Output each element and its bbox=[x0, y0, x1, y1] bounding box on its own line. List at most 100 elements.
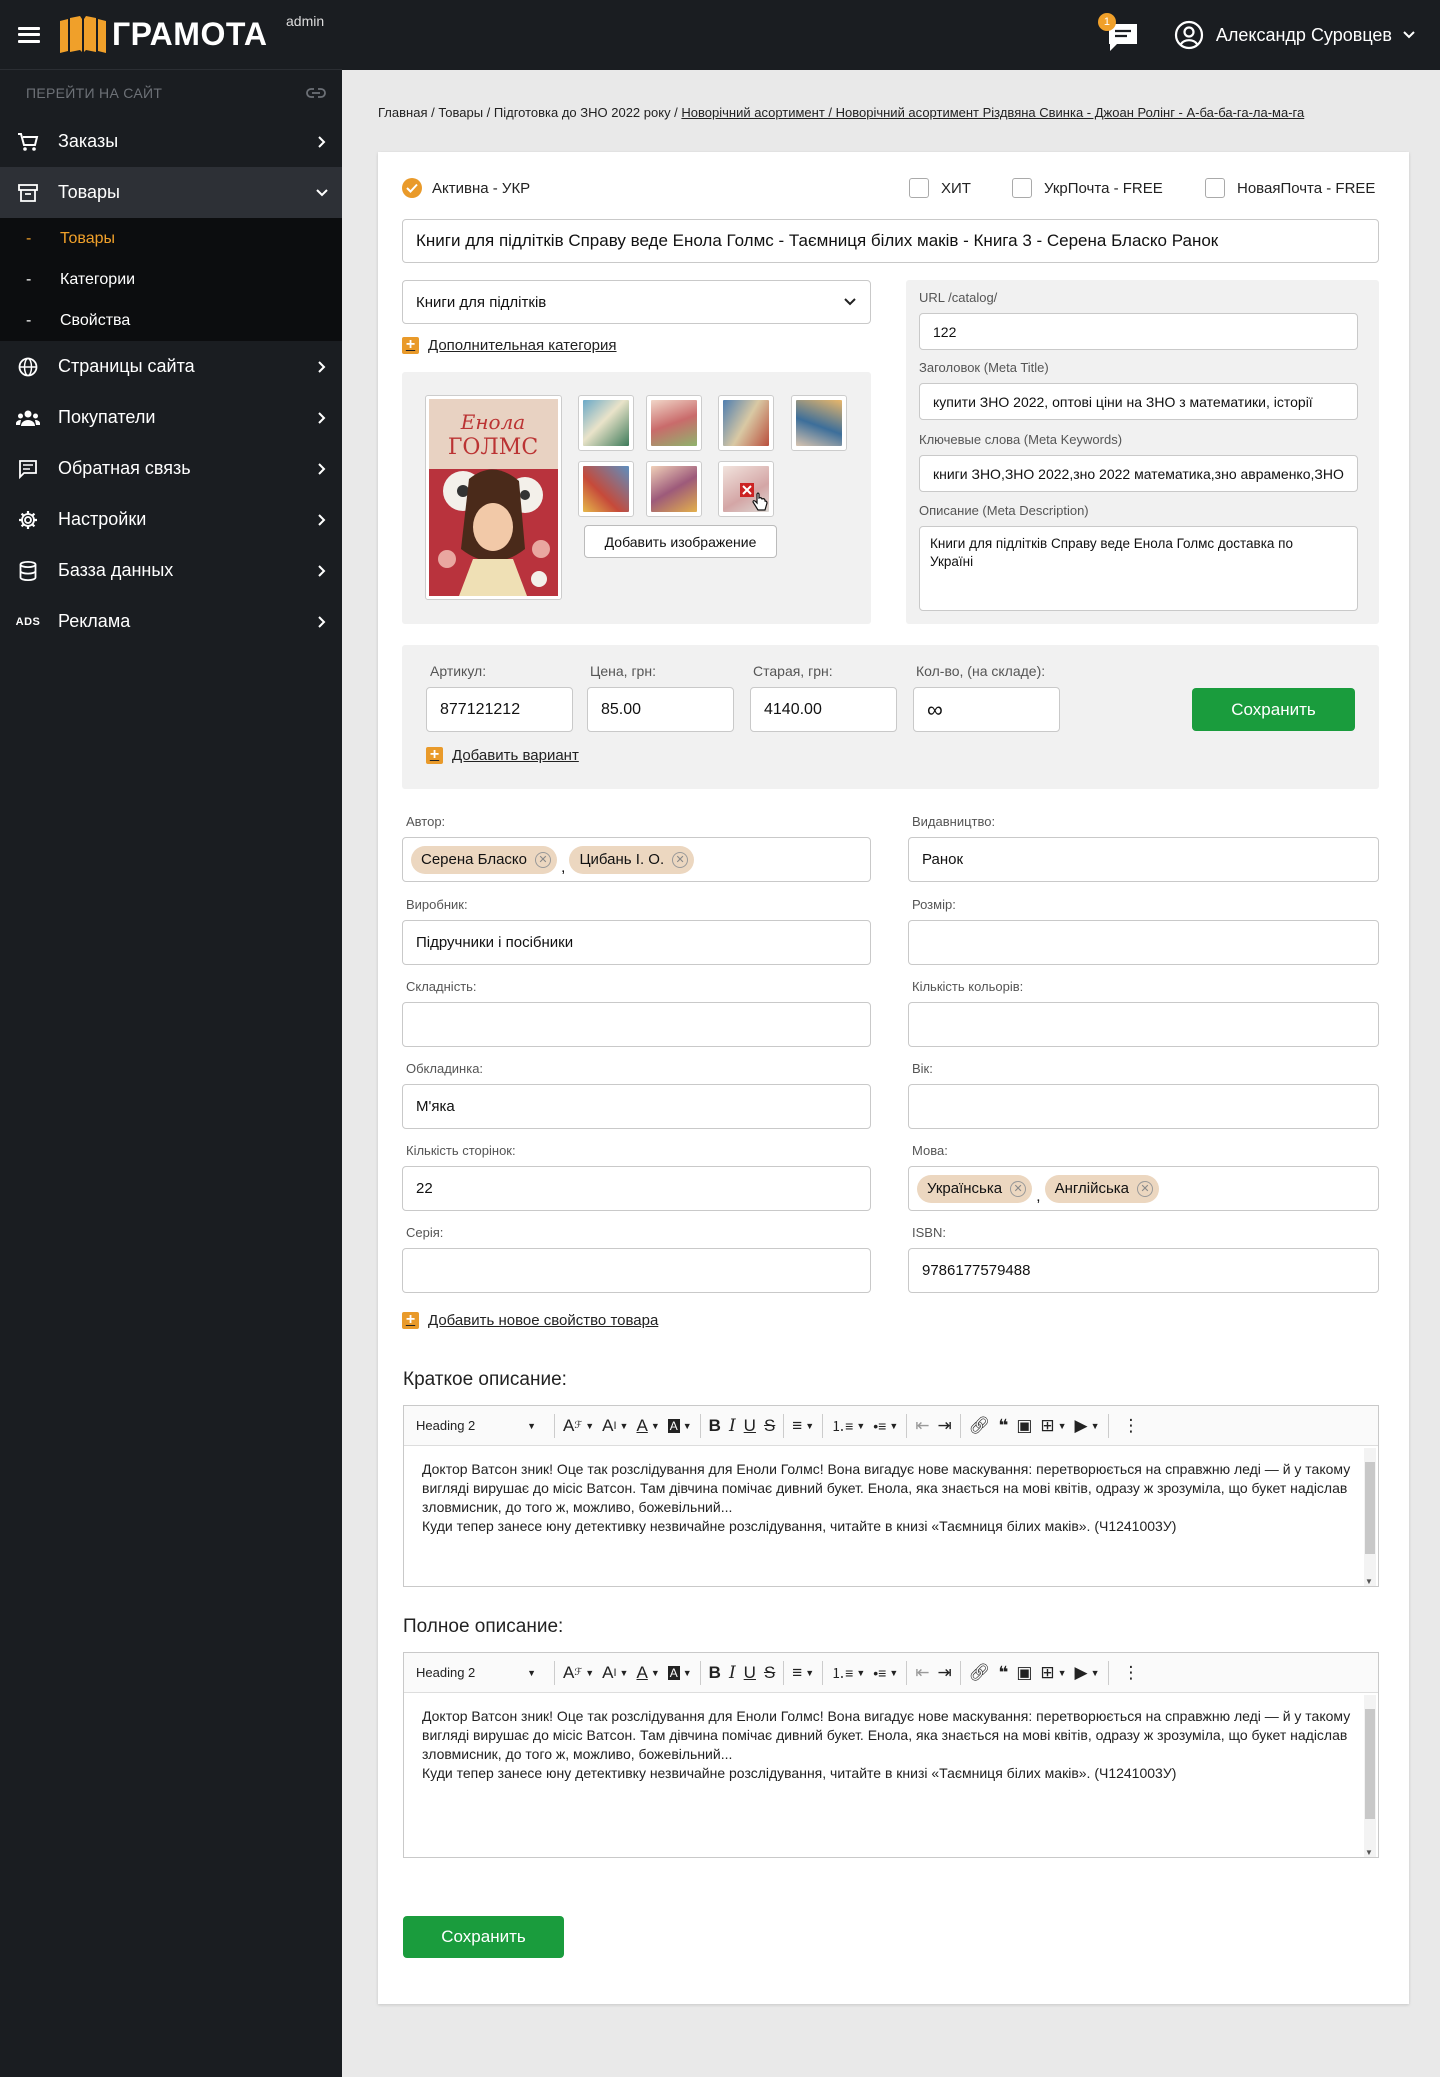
image-thumbnail[interactable] bbox=[646, 461, 702, 517]
add-variant-link[interactable]: + Добавить вариант bbox=[426, 747, 579, 764]
add-property-link[interactable]: + Добавить новое свойство товара bbox=[402, 1312, 658, 1329]
add-category-link[interactable]: + Дополнительная категория bbox=[402, 337, 617, 354]
scroll-down-icon[interactable]: ▼ bbox=[1365, 1848, 1373, 1857]
sidebar-subitem-products[interactable]: - Товары bbox=[0, 218, 342, 259]
flag-novaposhta-checkbox[interactable]: НоваяПочта - FREE bbox=[1205, 178, 1375, 198]
old-price-input[interactable]: 4140.00 bbox=[750, 687, 897, 732]
price-input[interactable]: 85.00 bbox=[587, 687, 734, 732]
user-menu[interactable]: Александр Суровцев bbox=[1174, 20, 1416, 50]
language-tags-input[interactable]: Українська ✕ , Англійська ✕ bbox=[908, 1166, 1379, 1211]
image-thumbnail[interactable] bbox=[578, 461, 634, 517]
series-input[interactable] bbox=[402, 1248, 871, 1293]
remove-tag-icon[interactable]: ✕ bbox=[672, 851, 689, 868]
italic-icon[interactable]: I bbox=[729, 1412, 736, 1440]
background-color-icon[interactable]: A ▼ bbox=[667, 1412, 692, 1440]
author-tags-input[interactable]: Серена Бласко ✕ , Цибань І. О. ✕ bbox=[402, 837, 871, 882]
image-icon[interactable]: ▣ bbox=[1016, 1659, 1032, 1687]
heading-select[interactable]: Heading 2 ▼ bbox=[404, 1412, 542, 1440]
add-image-button[interactable]: Добавить изображение bbox=[584, 525, 777, 558]
heading-select[interactable]: Heading 2 ▼ bbox=[404, 1659, 542, 1687]
font-size-icon[interactable]: A I ▼ bbox=[602, 1412, 628, 1440]
numbered-list-icon[interactable]: ⒈≡ ▼ bbox=[831, 1412, 865, 1440]
save-variant-button[interactable]: Сохранить bbox=[1192, 688, 1355, 731]
flag-ukrposhta-checkbox[interactable]: УкрПочта - FREE bbox=[1012, 178, 1163, 198]
more-options-icon[interactable]: ⋮ bbox=[1123, 1412, 1140, 1440]
product-name-input[interactable]: Книги для підлітків Справу веде Енола Го… bbox=[402, 219, 1379, 263]
meta-keywords-input[interactable]: книги ЗНО,ЗНО 2022,зно 2022 математика,з… bbox=[919, 455, 1358, 492]
sidebar-item-products[interactable]: Товары bbox=[0, 167, 342, 218]
sidebar-item-settings[interactable]: Настройки bbox=[0, 494, 342, 545]
indent-icon[interactable]: ⇥ bbox=[937, 1412, 951, 1440]
logo[interactable]: ГРАМОТА admin bbox=[58, 13, 324, 55]
sidebar-subitem-properties[interactable]: - Свойства bbox=[0, 300, 342, 341]
image-thumbnail[interactable] bbox=[718, 395, 774, 451]
url-input[interactable]: 122 bbox=[919, 313, 1358, 350]
breadcrumb-link[interactable]: Новорічний асортимент / Новорічний асорт… bbox=[681, 105, 1304, 120]
editor-scrollbar[interactable]: ▼ bbox=[1364, 1448, 1376, 1586]
more-options-icon[interactable]: ⋮ bbox=[1123, 1659, 1140, 1687]
sidebar-item-ads[interactable]: ADS Реклама bbox=[0, 596, 342, 647]
sidebar-item-database[interactable]: Базза данных bbox=[0, 545, 342, 596]
table-icon[interactable]: ⊞ ▼ bbox=[1040, 1412, 1066, 1440]
strikethrough-icon[interactable]: S bbox=[764, 1412, 775, 1440]
colors-input[interactable] bbox=[908, 1002, 1379, 1047]
sidebar-item-orders[interactable]: Заказы bbox=[0, 116, 342, 167]
meta-title-input[interactable]: купити ЗНО 2022, оптові ціни на ЗНО з ма… bbox=[919, 383, 1358, 420]
quote-icon[interactable]: ❝ bbox=[998, 1659, 1008, 1687]
sidebar-item-pages[interactable]: Страницы сайта bbox=[0, 341, 342, 392]
sku-input[interactable]: 877121212 bbox=[426, 687, 573, 732]
flag-hit-checkbox[interactable]: ХИТ bbox=[909, 178, 971, 198]
editor-scrollbar[interactable]: ▼ bbox=[1364, 1695, 1376, 1857]
maker-input[interactable]: Підручники і посібники bbox=[402, 920, 871, 965]
pages-input[interactable]: 22 bbox=[402, 1166, 871, 1211]
italic-icon[interactable]: I bbox=[729, 1659, 736, 1687]
remove-tag-icon[interactable]: ✕ bbox=[535, 851, 551, 868]
remove-tag-icon[interactable]: ✕ bbox=[1137, 1180, 1154, 1197]
editor-content[interactable]: Доктор Ватсон зник! Оце так розслідуванн… bbox=[404, 1446, 1378, 1550]
bulleted-list-icon[interactable]: •≡ ▼ bbox=[873, 1659, 898, 1687]
quote-icon[interactable]: ❝ bbox=[998, 1412, 1008, 1440]
menu-hamburger-icon[interactable] bbox=[18, 26, 40, 43]
underline-icon[interactable]: U bbox=[744, 1412, 756, 1440]
background-color-icon[interactable]: A ▼ bbox=[667, 1659, 692, 1687]
isbn-input[interactable]: 9786177579488 bbox=[908, 1248, 1379, 1293]
remove-tag-icon[interactable]: ✕ bbox=[1010, 1180, 1027, 1197]
table-icon[interactable]: ⊞ ▼ bbox=[1040, 1659, 1066, 1687]
outdent-icon[interactable]: ⇤ bbox=[915, 1659, 929, 1687]
outdent-icon[interactable]: ⇤ bbox=[915, 1412, 929, 1440]
font-color-icon[interactable]: A ▼ bbox=[636, 1412, 659, 1440]
image-thumbnail-delete-hover[interactable] bbox=[718, 461, 774, 517]
link-icon[interactable]: 🔗︎ bbox=[969, 1412, 991, 1440]
image-thumbnail[interactable] bbox=[578, 395, 634, 451]
difficulty-input[interactable] bbox=[402, 1002, 871, 1047]
editor-content[interactable]: Доктор Ватсон зник! Оце так розслідуванн… bbox=[404, 1693, 1378, 1797]
age-input[interactable] bbox=[908, 1084, 1379, 1129]
scroll-down-icon[interactable]: ▼ bbox=[1365, 1577, 1373, 1586]
bold-icon[interactable]: B bbox=[709, 1659, 721, 1687]
font-color-icon[interactable]: A ▼ bbox=[636, 1659, 659, 1687]
sidebar-item-feedback[interactable]: Обратная связь bbox=[0, 443, 342, 494]
media-embed-icon[interactable]: ▶ ▼ bbox=[1075, 1659, 1100, 1687]
binding-input[interactable]: М'яка bbox=[402, 1084, 871, 1129]
sidebar-item-customers[interactable]: Покупатели bbox=[0, 392, 342, 443]
image-thumbnail[interactable] bbox=[791, 395, 847, 451]
image-icon[interactable]: ▣ bbox=[1016, 1412, 1032, 1440]
bold-icon[interactable]: B bbox=[709, 1412, 721, 1440]
messages-button[interactable]: 1 bbox=[1097, 13, 1140, 53]
active-toggle[interactable]: Активна - УКР bbox=[402, 178, 530, 198]
font-family-icon[interactable]: A ℱ ▼ bbox=[563, 1659, 594, 1687]
strikethrough-icon[interactable]: S bbox=[764, 1659, 775, 1687]
goto-site-link[interactable]: ПЕРЕЙТИ НА САЙТ bbox=[0, 70, 342, 116]
underline-icon[interactable]: U bbox=[744, 1659, 756, 1687]
bulleted-list-icon[interactable]: •≡ ▼ bbox=[873, 1412, 898, 1440]
size-input[interactable] bbox=[908, 920, 1379, 965]
breadcrumb-path[interactable]: Главная / Товары / Підготовка до ЗНО 202… bbox=[378, 105, 681, 120]
indent-icon[interactable]: ⇥ bbox=[937, 1659, 951, 1687]
meta-description-textarea[interactable]: Книги для підлітків Справу веде Енола Го… bbox=[919, 526, 1358, 611]
align-icon[interactable]: ≡ ▼ bbox=[792, 1659, 814, 1687]
save-button[interactable]: Сохранить bbox=[403, 1916, 564, 1958]
publisher-input[interactable]: Ранок bbox=[908, 837, 1379, 882]
numbered-list-icon[interactable]: ⒈≡ ▼ bbox=[831, 1659, 865, 1687]
font-size-icon[interactable]: A I ▼ bbox=[602, 1659, 628, 1687]
font-family-icon[interactable]: A ℱ ▼ bbox=[563, 1412, 594, 1440]
